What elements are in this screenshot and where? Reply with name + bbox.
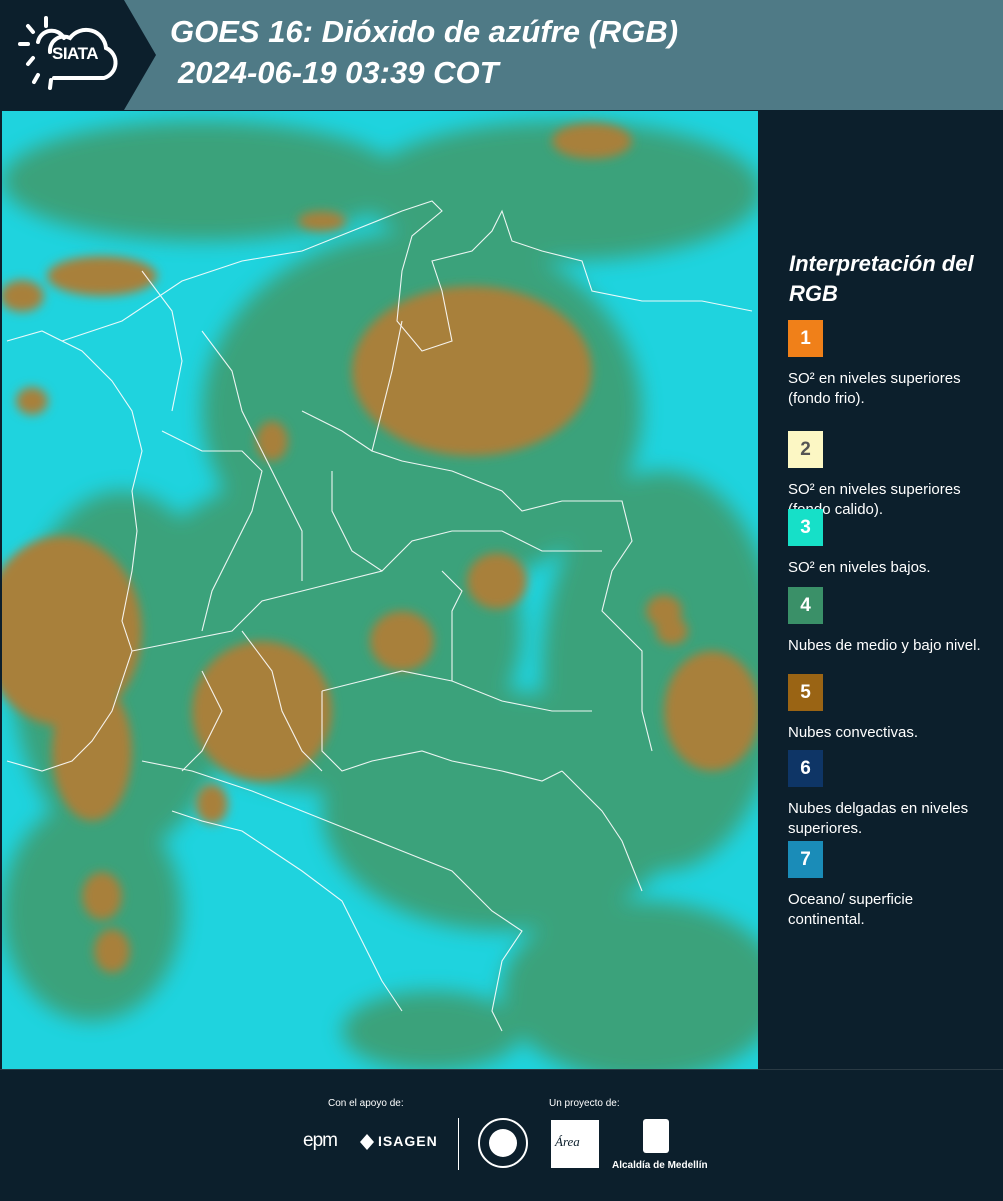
legend-item-3: 3 SO² en niveles bajos. [788,509,988,578]
seal-icon [478,1118,528,1168]
logo-text: SIATA [52,44,98,63]
legend-label: Nubes de medio y bajo nivel. [788,637,981,654]
legend-title: Interpretación del RGB [789,251,974,306]
page-title: GOES 16: Dióxido de azúfre (RGB) [170,14,679,49]
legend-item-5: 5 Nubes convectivas. [788,674,988,743]
satellite-image [2,111,758,1069]
legend-swatch: 7 [788,841,823,878]
legend-label: SO² en niveles superiores (fondo frio). [788,370,961,407]
footer-divider [458,1118,459,1170]
logo-block: SIATA [0,0,156,110]
page-timestamp: 2024-06-19 03:39 COT [178,55,499,90]
footer: Con el apoyo de: Un proyecto de: epm ISA… [0,1069,1003,1201]
project-label: Un proyecto de: [549,1098,620,1109]
legend-swatch: 2 [788,431,823,468]
legend-label: Nubes convectivas. [788,724,919,741]
legend-label: SO² en niveles bajos. [788,559,931,576]
legend-swatch: 4 [788,587,823,624]
legend-label: Nubes delgadas en niveles superiores. [788,800,969,837]
support-label: Con el apoyo de: [328,1098,404,1109]
sponsor-isagen-logo: ISAGEN [378,1133,438,1149]
legend-item-4: 4 Nubes de medio y bajo nivel. [788,587,988,656]
legend-item-2: 2 SO² en niveles superiores (fondo calido… [788,431,988,520]
isagen-icon [360,1134,374,1150]
legend-panel: Interpretación del RGB 1 SO² en niveles s… [762,111,1003,1069]
legend-swatch: 6 [788,750,823,787]
area-metropolitana-logo: Área [551,1120,599,1168]
legend-swatch: 3 [788,509,823,546]
sponsor-epm-logo: epm [303,1130,338,1151]
area-logo-text: Área [555,1134,580,1149]
legend-item-1: 1 SO² en niveles superiores (fondo frio). [788,320,988,409]
header-bar: SIATA GOES 16: Dióxido de azúfre (RGB) 2… [0,0,1003,110]
legend-item-6: 6 Nubes delgadas en niveles superiores. [788,750,988,839]
emblem-icon [643,1119,669,1153]
alcaldia-logo-text: Alcaldía de Medellín [612,1160,708,1171]
legend-label: Oceano/ superficie continental. [788,891,914,928]
legend-swatch: 1 [788,320,823,357]
legend-swatch: 5 [788,674,823,711]
legend-item-7: 7 Oceano/ superficie continental. [788,841,988,930]
satellite-map[interactable] [2,111,758,1069]
